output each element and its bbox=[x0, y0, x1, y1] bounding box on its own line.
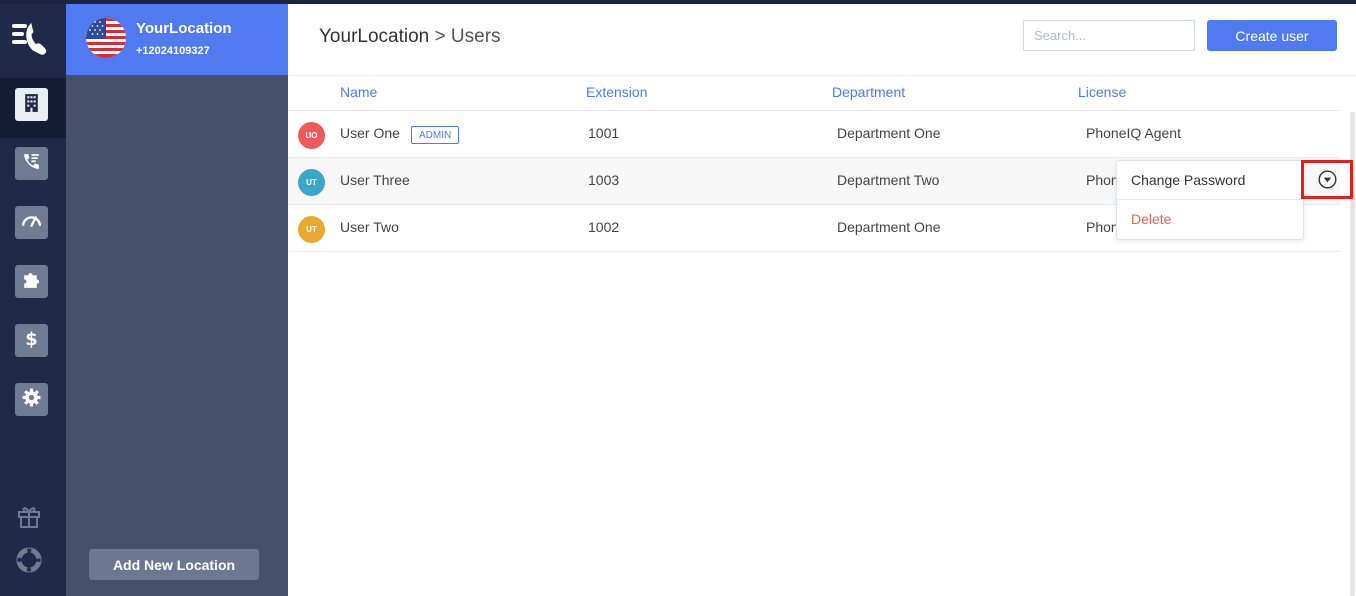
column-header-extension[interactable]: Extension bbox=[586, 84, 647, 100]
nav-settings[interactable] bbox=[15, 383, 48, 416]
delete-menu-item[interactable]: Delete bbox=[1117, 200, 1303, 238]
lifebuoy-icon[interactable] bbox=[15, 546, 43, 574]
user-department: Department Two bbox=[837, 172, 940, 188]
location-name: YourLocation bbox=[136, 20, 232, 37]
nav-locations[interactable] bbox=[15, 88, 48, 121]
column-header-department[interactable]: Department bbox=[832, 84, 905, 100]
user-department: Department One bbox=[837, 219, 941, 235]
icon-rail: $ bbox=[0, 4, 66, 596]
nav-billing[interactable]: $ bbox=[15, 324, 48, 357]
breadcrumb-current: Users bbox=[450, 26, 501, 47]
user-extension: 1002 bbox=[588, 219, 620, 235]
chevron-down-circle-icon[interactable] bbox=[1318, 170, 1337, 189]
user-license: Phon bbox=[1086, 172, 1119, 188]
puzzle-icon bbox=[21, 269, 42, 294]
user-name: User One bbox=[340, 125, 400, 141]
app-logo-icon[interactable] bbox=[11, 20, 51, 58]
user-extension: 1003 bbox=[588, 172, 620, 188]
user-license: Phon bbox=[1086, 219, 1119, 235]
main-content: YourLocation > Users Create user Name Ex… bbox=[288, 4, 1356, 596]
user-name: User Two bbox=[340, 219, 399, 235]
create-user-button[interactable]: Create user bbox=[1207, 20, 1337, 51]
avatar: UO bbox=[298, 122, 325, 149]
speedometer-icon bbox=[21, 210, 42, 235]
change-password-menu-item[interactable]: Change Password bbox=[1117, 161, 1303, 199]
location-card[interactable]: YourLocation +12024109327 bbox=[66, 4, 288, 75]
gear-icon bbox=[21, 387, 42, 412]
user-license: PhoneIQ Agent bbox=[1086, 125, 1181, 141]
user-extension: 1001 bbox=[588, 125, 620, 141]
nav-dashboard[interactable] bbox=[15, 206, 48, 239]
avatar: UT bbox=[298, 169, 325, 196]
breadcrumb-root[interactable]: YourLocation bbox=[319, 26, 429, 47]
table-header: Name Extension Department License bbox=[288, 76, 1340, 111]
call-log-icon bbox=[21, 151, 42, 176]
nav-calls[interactable] bbox=[15, 147, 48, 180]
location-phone: +12024109327 bbox=[136, 45, 210, 57]
dollar-icon: $ bbox=[21, 328, 42, 353]
building-icon bbox=[21, 92, 42, 117]
admin-badge: ADMIN bbox=[411, 126, 460, 144]
breadcrumb: YourLocation > Users bbox=[319, 26, 501, 48]
row-actions-menu: Change Password Delete bbox=[1116, 160, 1304, 240]
nav-integrations[interactable] bbox=[15, 265, 48, 298]
breadcrumb-separator: > bbox=[434, 26, 446, 47]
svg-text:$: $ bbox=[25, 329, 37, 349]
user-name: User Three bbox=[340, 172, 410, 188]
avatar: UT bbox=[298, 216, 325, 243]
gift-icon[interactable] bbox=[15, 502, 43, 530]
table-row[interactable]: UO User One ADMIN 1001 Department One Ph… bbox=[288, 111, 1340, 158]
column-header-license[interactable]: License bbox=[1078, 84, 1126, 100]
column-header-name[interactable]: Name bbox=[340, 84, 377, 100]
locations-panel: YourLocation +12024109327 Add New Locati… bbox=[66, 4, 288, 596]
add-new-location-button[interactable]: Add New Location bbox=[89, 549, 259, 580]
search-input[interactable] bbox=[1023, 20, 1195, 51]
us-flag-icon bbox=[86, 18, 126, 58]
user-department: Department One bbox=[837, 125, 941, 141]
